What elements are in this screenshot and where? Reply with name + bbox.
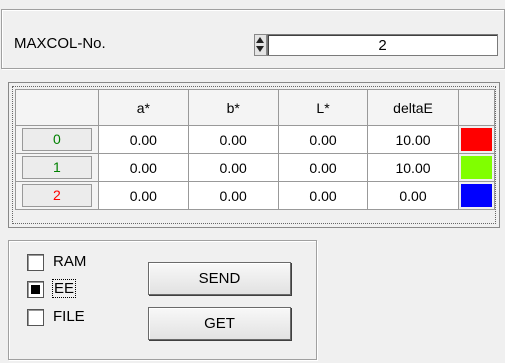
file-label: FILE [53,308,85,325]
memory-options-panel: RAM EE FILE SEND GET [8,240,317,360]
header-l: L* [277,89,369,126]
spin-up-icon[interactable] [256,37,264,43]
color-table-panel: a* b* L* deltaE 0 0.00 0.00 0.00 10.00 1… [8,82,500,228]
color-swatch [460,156,492,179]
color-swatch [460,128,492,151]
row-header: 0 [15,125,99,154]
ram-label: RAM [53,253,87,270]
table-row: 0 0.00 0.00 0.00 10.00 [15,125,496,154]
ram-checkbox[interactable] [27,254,44,271]
cell-b[interactable]: 0.00 [187,153,279,182]
cell-l[interactable]: 0.00 [277,181,369,210]
cell-deltae[interactable]: 10.00 [367,153,459,182]
cell-deltae[interactable]: 0.00 [367,181,459,210]
table-header-row: a* b* L* deltaE [15,89,496,126]
maxcol-input[interactable] [267,34,498,56]
row-index-button[interactable]: 2 [22,184,92,207]
row-index-button[interactable]: 1 [22,156,92,179]
cell-b[interactable]: 0.00 [187,125,279,154]
cell-l[interactable]: 0.00 [277,153,369,182]
row-header: 2 [15,181,99,210]
header-corner [15,89,99,126]
header-swatch [457,89,496,126]
header-deltae: deltaE [367,89,459,126]
cell-swatch [457,181,496,210]
row-index-button[interactable]: 0 [22,128,92,151]
color-table-frame: a* b* L* deltaE 0 0.00 0.00 0.00 10.00 1… [12,86,496,224]
row-header: 1 [15,153,99,182]
cell-l[interactable]: 0.00 [277,125,369,154]
cell-a[interactable]: 0.00 [97,181,189,210]
cell-a[interactable]: 0.00 [97,153,189,182]
header-b: b* [187,89,279,126]
get-button[interactable]: GET [148,307,291,340]
cell-a[interactable]: 0.00 [97,125,189,154]
maxcol-panel: MAXCOL-No. [1,9,505,69]
header-a: a* [97,89,189,126]
ee-label: EE [51,279,77,298]
send-button[interactable]: SEND [148,262,291,295]
maxcol-label: MAXCOL-No. [14,35,106,52]
ee-checkbox[interactable] [27,281,44,298]
cell-deltae[interactable]: 10.00 [367,125,459,154]
color-table: a* b* L* deltaE 0 0.00 0.00 0.00 10.00 1… [15,89,496,210]
color-swatch [460,184,492,207]
cell-b[interactable]: 0.00 [187,181,279,210]
cell-swatch [457,153,496,182]
file-checkbox[interactable] [27,309,44,326]
spin-down-icon[interactable] [256,46,264,52]
table-row: 2 0.00 0.00 0.00 0.00 [15,181,496,210]
maxcol-spinner[interactable] [254,34,267,56]
cell-swatch [457,125,496,154]
table-row: 1 0.00 0.00 0.00 10.00 [15,153,496,182]
